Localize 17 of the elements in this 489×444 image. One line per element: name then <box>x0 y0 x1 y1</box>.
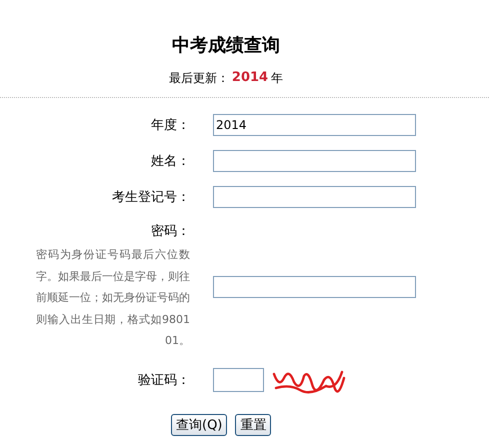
update-label: 最后更新： <box>168 70 229 87</box>
field-label: 考生登记号： <box>111 189 190 206</box>
field-label: 密码： <box>151 223 190 240</box>
password-hint: 密码为身份证号码最后六位数字。如果最后一位是字母，则往前顺延一位；如无身份证号码的则输入出生日期，格式如980101。 <box>36 247 190 349</box>
update-year: 2014 <box>232 70 268 87</box>
field-label: 验证码： <box>137 372 190 388</box>
form-button[interactable]: 重置 <box>235 414 272 436</box>
field-label: 年度： <box>150 117 190 134</box>
input-field[interactable] <box>213 186 416 208</box>
form-button[interactable]: 查询(Q) <box>171 414 228 436</box>
field-label: 姓名： <box>150 153 190 170</box>
captcha-field[interactable] <box>213 368 264 392</box>
input-field[interactable] <box>213 150 416 172</box>
page-title: 中考成绩查询 <box>172 34 280 58</box>
update-unit: 年 <box>271 70 284 87</box>
input-field[interactable] <box>213 276 416 298</box>
input-field[interactable]: 2014 <box>213 114 416 136</box>
